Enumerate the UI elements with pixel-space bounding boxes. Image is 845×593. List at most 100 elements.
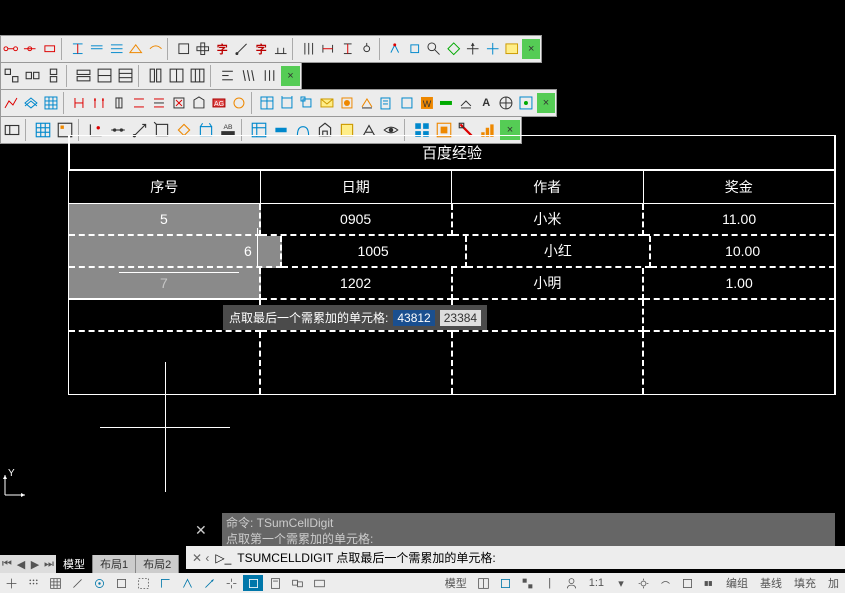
cell[interactable]: 1.00	[644, 268, 835, 300]
cell[interactable]: 1202	[261, 268, 453, 300]
tool-icon[interactable]	[386, 39, 403, 59]
status-icon[interactable]	[655, 575, 675, 591]
status-icon[interactable]	[133, 575, 153, 591]
mail-icon[interactable]	[318, 93, 336, 113]
table-row[interactable]	[69, 332, 835, 394]
tool-icon[interactable]	[298, 93, 316, 113]
status-icon[interactable]	[177, 575, 197, 591]
tool-icon[interactable]	[194, 39, 211, 59]
cmd-controls[interactable]: ✕ ‹	[192, 551, 209, 565]
tool-icon[interactable]	[150, 93, 168, 113]
tool-icon[interactable]	[147, 39, 164, 59]
tool-icon[interactable]	[170, 93, 188, 113]
tool-icon[interactable]	[69, 39, 86, 59]
cell-empty[interactable]	[453, 332, 645, 394]
tool-icon[interactable]	[188, 66, 207, 86]
cell-empty[interactable]	[261, 332, 453, 394]
tool-icon[interactable]	[437, 93, 455, 113]
table-row[interactable]: 7 1202 小明 1.00	[69, 268, 835, 300]
cell-empty[interactable]	[644, 332, 835, 394]
status-group[interactable]: 编组	[720, 575, 754, 591]
close-icon[interactable]: ×	[281, 66, 300, 86]
status-baseline[interactable]: 基线	[754, 575, 788, 591]
tool-icon[interactable]	[445, 39, 462, 59]
tool-icon[interactable]	[23, 66, 42, 86]
status-icon[interactable]	[23, 575, 43, 591]
status-scale[interactable]: 1:1	[583, 577, 610, 589]
tool-icon[interactable]	[503, 39, 520, 59]
cell-empty[interactable]	[644, 300, 835, 332]
tool-icon[interactable]	[230, 93, 248, 113]
tool-icon[interactable]	[33, 120, 53, 140]
tool-icon[interactable]	[358, 39, 375, 59]
tool-icon[interactable]: AG	[210, 93, 228, 113]
tool-icon[interactable]	[88, 39, 105, 59]
tool-icon[interactable]	[517, 93, 535, 113]
person-icon[interactable]	[562, 575, 582, 591]
cell[interactable]: 0905	[261, 204, 453, 236]
tool-icon[interactable]	[260, 66, 279, 86]
close-icon[interactable]: ✕	[195, 522, 207, 539]
tool-icon[interactable]	[2, 66, 21, 86]
cell[interactable]: 小红	[467, 236, 652, 268]
tab-next-icon[interactable]: ▶	[28, 558, 42, 571]
tool-icon[interactable]	[22, 93, 40, 113]
cmd-active-text[interactable]: TSUMCELLDIGIT 点取最后一个需累加的单元格:	[237, 549, 495, 566]
tool-icon[interactable]	[406, 39, 423, 59]
command-input-bar[interactable]: ✕ ‹ ▷_ TSUMCELLDIGIT 点取最后一个需累加的单元格:	[186, 546, 845, 569]
tool-icon[interactable]	[2, 93, 20, 113]
status-icon[interactable]	[265, 575, 285, 591]
tab-layout2[interactable]: 布局2	[136, 555, 179, 573]
tool-icon[interactable]	[239, 66, 258, 86]
cell[interactable]: 10.00	[651, 236, 835, 268]
status-add[interactable]: 加	[822, 575, 845, 591]
cell-empty[interactable]	[69, 332, 261, 394]
status-icon[interactable]	[699, 575, 719, 591]
tool-icon[interactable]	[233, 39, 250, 59]
tool-icon[interactable]	[70, 93, 88, 113]
tool-icon[interactable]	[300, 39, 317, 59]
status-icon[interactable]	[45, 575, 65, 591]
tool-icon[interactable]	[425, 39, 442, 59]
status-icon[interactable]	[155, 575, 175, 591]
tab-prev-icon[interactable]: ◀	[14, 558, 28, 571]
tool-icon[interactable]	[130, 93, 148, 113]
tool-icon[interactable]	[2, 120, 22, 140]
cell[interactable]: 小明	[453, 268, 645, 300]
cell[interactable]: 1005	[282, 236, 467, 268]
tool-icon[interactable]	[21, 39, 38, 59]
tab-first-icon[interactable]: ⏮	[0, 558, 14, 571]
tool-icon[interactable]: 字	[253, 39, 270, 59]
tool-icon[interactable]	[110, 93, 128, 113]
tool-icon[interactable]	[218, 66, 237, 86]
status-icon[interactable]	[677, 575, 697, 591]
tool-icon[interactable]	[398, 93, 416, 113]
status-fill[interactable]: 填充	[788, 575, 822, 591]
tool-icon[interactable]	[258, 93, 276, 113]
tool-icon[interactable]	[42, 93, 60, 113]
status-icon[interactable]	[309, 575, 329, 591]
tool-icon[interactable]	[272, 39, 289, 59]
dropdown-icon[interactable]: ▾	[611, 575, 631, 591]
cell[interactable]: 6	[69, 236, 282, 268]
tool-icon[interactable]	[146, 66, 165, 86]
tool-icon[interactable]	[338, 93, 356, 113]
tool-icon[interactable]	[319, 39, 336, 59]
cell[interactable]: 11.00	[644, 204, 835, 236]
tool-icon[interactable]	[127, 39, 144, 59]
tool-icon[interactable]	[278, 93, 296, 113]
tab-last-icon[interactable]: ⏭	[42, 558, 56, 571]
tool-icon[interactable]	[484, 39, 501, 59]
tool-icon[interactable]	[358, 93, 376, 113]
cell[interactable]: 7	[69, 268, 261, 300]
status-icon[interactable]	[221, 575, 241, 591]
table-row[interactable]: 6 1005 小红 10.00	[69, 236, 835, 268]
status-icon[interactable]	[474, 575, 494, 591]
tool-icon[interactable]	[190, 93, 208, 113]
tool-icon[interactable]	[175, 39, 192, 59]
tool-icon[interactable]	[464, 39, 481, 59]
status-icon[interactable]	[111, 575, 131, 591]
status-icon[interactable]	[496, 575, 516, 591]
tool-icon[interactable]	[116, 66, 135, 86]
status-icon[interactable]	[243, 575, 263, 591]
